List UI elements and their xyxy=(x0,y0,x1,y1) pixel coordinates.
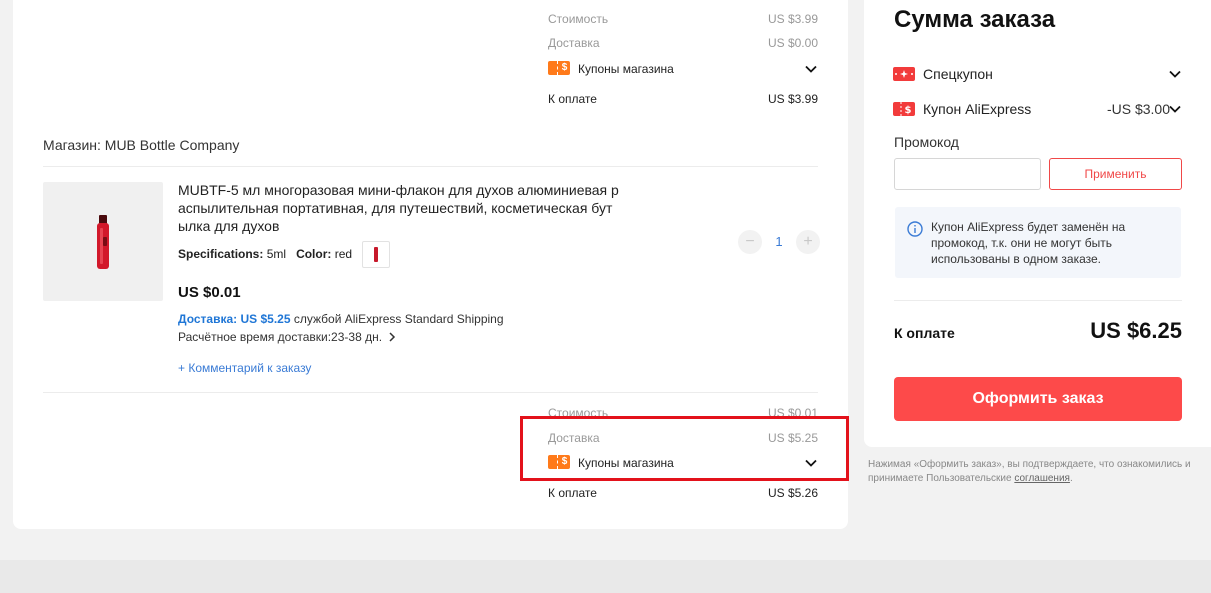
chevron-right-icon xyxy=(388,331,396,345)
cost-label: Стоимость xyxy=(548,12,609,26)
eta-text: Расчётное время доставки:23-38 дн. xyxy=(178,330,383,344)
notice-text: Купон AliExpress будет заменён на промок… xyxy=(931,220,1126,266)
divider xyxy=(43,166,818,167)
chevron-down-icon[interactable] xyxy=(1168,67,1182,81)
highlight-box xyxy=(520,416,849,481)
special-coupon-label: Спецкупон xyxy=(923,66,993,82)
promo-label: Промокод xyxy=(894,134,959,150)
delivery-eta[interactable]: Расчётное время доставки:23-38 дн. xyxy=(178,330,396,345)
aliexpress-coupon-value: -US $3.00 xyxy=(1106,101,1170,117)
order-summary-title: Сумма заказа xyxy=(894,6,1056,33)
spec-value: 5ml xyxy=(266,247,287,261)
total-label: К оплате xyxy=(894,325,955,341)
divider xyxy=(43,392,818,393)
total-value: US $6.25 xyxy=(1090,318,1182,343)
pay-value: US $5.26 xyxy=(767,486,818,500)
page-footer-band xyxy=(0,560,1211,593)
add-comment-link[interactable]: + Комментарий к заказу xyxy=(178,361,311,375)
spec-label: Specifications: xyxy=(178,247,264,261)
aliexpress-coupon-label: Купон AliExpress xyxy=(923,101,1032,117)
info-icon xyxy=(907,221,923,241)
shipping-service: службой AliExpress Standard Shipping xyxy=(293,312,504,326)
store-coupon-row[interactable]: $ Купоны магазина xyxy=(548,58,818,80)
product-image[interactable] xyxy=(43,182,163,301)
decrease-quantity-button[interactable]: − xyxy=(738,230,762,254)
checkout-button[interactable]: Оформить заказ xyxy=(894,377,1182,421)
agreements-link[interactable]: соглашения xyxy=(1014,473,1070,484)
delivery-label: Доставка xyxy=(548,36,600,50)
divider xyxy=(894,300,1182,301)
coupon-notice: Купон AliExpress будет заменён на промок… xyxy=(895,207,1181,278)
special-coupon-row[interactable]: Спецкупон xyxy=(893,64,1182,84)
coupon-icon: $ xyxy=(548,61,570,75)
color-label: Color: xyxy=(296,247,332,261)
legal-end: . xyxy=(1069,473,1073,484)
pay-label: К оплате xyxy=(548,486,597,500)
cost-value: US $3.99 xyxy=(767,12,818,26)
pay-value: US $3.99 xyxy=(767,92,818,106)
aliexpress-coupon-row[interactable]: $ Купон AliExpress -US $3.00 xyxy=(893,99,1182,119)
promo-code-input[interactable] xyxy=(894,158,1041,190)
product-title[interactable]: MUBTF-5 мл многоразовая мини-флакон для … xyxy=(178,181,648,235)
aliexpress-coupon-icon: $ xyxy=(893,101,915,121)
quantity-value[interactable]: 1 xyxy=(762,230,796,254)
color-swatch xyxy=(362,241,390,268)
pay-label: К оплате xyxy=(548,92,597,106)
legal-notice: Нажимая «Оформить заказ», вы подтверждае… xyxy=(868,458,1211,486)
quantity-stepper: − 1 + xyxy=(738,230,820,254)
pay-row: К оплате US $3.99 xyxy=(548,90,818,108)
product-specs: Specifications: 5ml Color: red xyxy=(178,245,352,263)
shipping-info: Доставка: US $5.25 службой AliExpress St… xyxy=(178,312,504,326)
store-name[interactable]: Магазин: MUB Bottle Company xyxy=(43,137,239,153)
store1-summary: Стоимость US $3.99 Доставка US $0.00 $ Ку… xyxy=(548,10,818,108)
shipping-cost: Доставка: US $5.25 xyxy=(178,312,291,326)
store-coupon-label: Купоны магазина xyxy=(578,62,674,76)
pay-row: К оплате US $5.26 xyxy=(548,484,818,502)
color-value: red xyxy=(334,247,353,261)
increase-quantity-button[interactable]: + xyxy=(796,230,820,254)
delivery-row: Доставка US $0.00 xyxy=(548,34,818,52)
apply-promo-button[interactable]: Применить xyxy=(1049,158,1182,190)
special-coupon-icon xyxy=(893,66,915,86)
chevron-down-icon[interactable] xyxy=(1168,102,1182,116)
product-price: US $0.01 xyxy=(178,284,241,301)
cost-row: Стоимость US $3.99 xyxy=(548,10,818,28)
svg-text:$: $ xyxy=(905,105,912,116)
chevron-down-icon[interactable] xyxy=(804,62,818,76)
delivery-value: US $0.00 xyxy=(767,36,818,50)
order-summary-card: Сумма заказа Спецкупон $ Купон AliExpres… xyxy=(864,0,1211,447)
